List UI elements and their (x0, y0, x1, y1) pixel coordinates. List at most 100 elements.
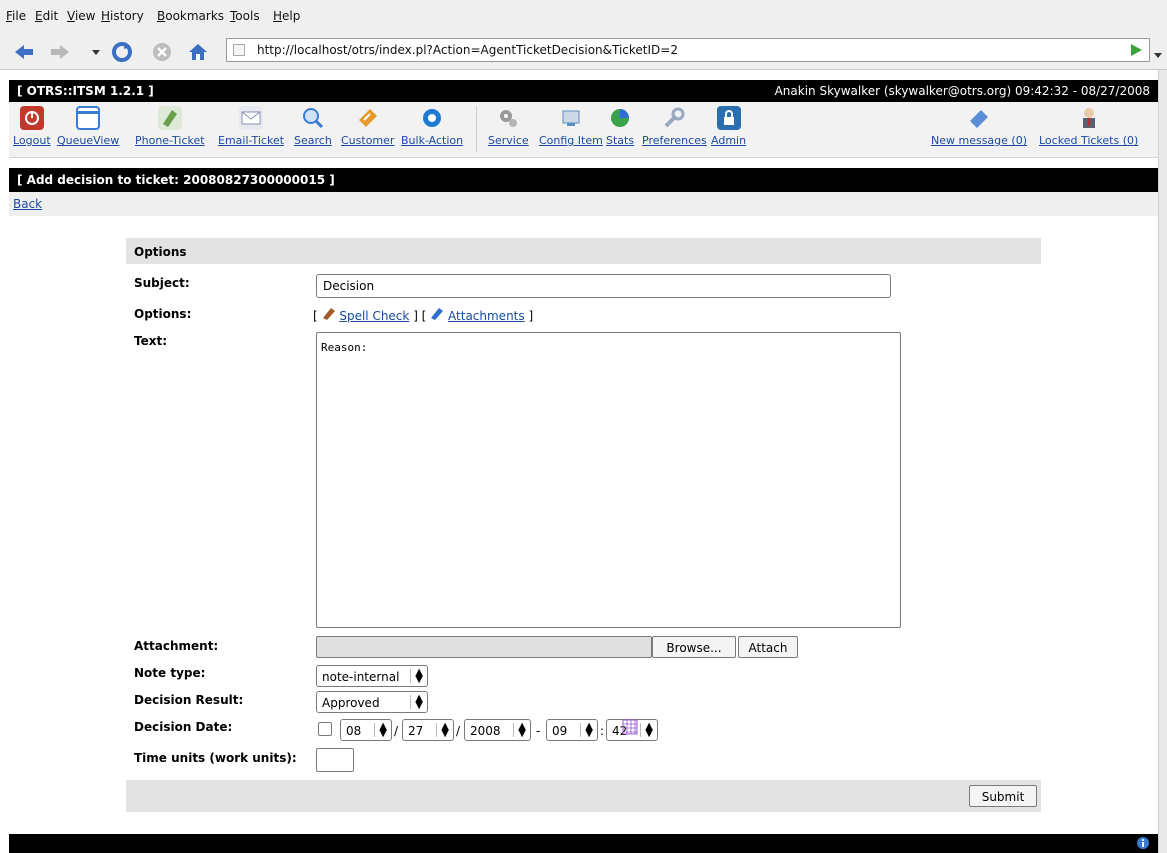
date-day-select[interactable]: 27 ▲ ▼ (402, 719, 454, 741)
menu-help[interactable]: Help (273, 9, 300, 23)
time-units-input[interactable] (316, 748, 354, 772)
info-icon[interactable] (1136, 836, 1150, 853)
chevron-updown-icon: ▲ ▼ (410, 668, 423, 685)
browser-navbar: http://localhost/otrs/index.pl?Action=Ag… (0, 34, 1167, 70)
toolbar-logout[interactable]: Logout (13, 106, 51, 147)
otrs-app: [ OTRS::ITSM 1.2.1 ] Anakin Skywalker (s… (0, 70, 1158, 853)
back-arrow-icon[interactable] (12, 40, 36, 64)
date-year-select[interactable]: 2008 ▲ ▼ (464, 719, 531, 741)
browse-button-label: Browse... (666, 641, 722, 655)
options-links: [ Spell Check ] [ Attachments ] (313, 306, 533, 323)
phone-ticket-link[interactable]: Phone-Ticket (135, 134, 205, 147)
attachment-file-input[interactable] (316, 636, 652, 658)
menu-view[interactable]: View (67, 9, 95, 23)
locked-tickets-link[interactable]: Locked Tickets (0) (1039, 134, 1138, 147)
config-item-icon (559, 106, 583, 130)
bulk-action-link[interactable]: Bulk-Action (401, 134, 463, 147)
home-icon[interactable] (186, 40, 210, 64)
attachments-icon[interactable] (430, 308, 444, 323)
decision-result-label: Decision Result: (134, 693, 244, 707)
spell-check-icon[interactable] (322, 308, 336, 323)
search-link[interactable]: Search (294, 134, 332, 147)
toolbar-service[interactable]: Service (488, 106, 529, 147)
app-footer-bar (9, 834, 1158, 853)
config-item-link[interactable]: Config Item (539, 134, 603, 147)
browse-button[interactable]: Browse... (652, 636, 736, 658)
attachments-link[interactable]: Attachments (448, 309, 525, 323)
attach-button[interactable]: Attach (738, 636, 798, 658)
toolbar-admin[interactable]: Admin (711, 106, 746, 147)
forward-arrow-icon[interactable] (48, 40, 72, 64)
email-ticket-link[interactable]: Email-Ticket (218, 134, 284, 147)
url-text[interactable]: http://localhost/otrs/index.pl?Action=Ag… (257, 43, 678, 57)
menu-history[interactable]: History (101, 9, 144, 23)
customer-link[interactable]: Customer (341, 134, 394, 147)
queueview-link[interactable]: QueueView (57, 134, 119, 147)
toolbar-config-item[interactable]: Config Item (539, 106, 603, 147)
options-label: Options: (134, 307, 192, 321)
chevron-updown-icon: ▲ ▼ (374, 722, 387, 739)
toolbar-email-ticket[interactable]: Email-Ticket (218, 106, 284, 147)
preferences-link[interactable]: Preferences (642, 134, 707, 147)
bracket-close-2: ] (528, 309, 534, 323)
back-link[interactable]: Back (13, 197, 42, 211)
bracket-open-1: [ (313, 309, 318, 323)
url-dropdown-icon[interactable] (1153, 48, 1163, 62)
email-icon (239, 106, 264, 130)
submit-button-label: Submit (981, 790, 1025, 804)
toolbar-preferences[interactable]: Preferences (642, 106, 707, 147)
submit-button[interactable]: Submit (969, 785, 1037, 807)
date-hour-value: 09 (552, 724, 568, 738)
service-link[interactable]: Service (488, 134, 529, 147)
reload-icon[interactable] (110, 40, 134, 64)
toolbar-new-message[interactable]: New message (0) (931, 106, 1027, 147)
back-bar: Back (9, 192, 1158, 216)
logout-link[interactable]: Logout (13, 134, 51, 147)
menu-file[interactable]: File (6, 9, 26, 23)
service-icon (496, 106, 520, 130)
app-brand: [ OTRS::ITSM 1.2.1 ] (17, 84, 154, 98)
toolbar-phone-ticket[interactable]: Phone-Ticket (135, 106, 205, 147)
toolbar-locked-tickets[interactable]: Locked Tickets (0) (1039, 106, 1138, 147)
toolbar-stats[interactable]: Stats (606, 106, 634, 147)
text-label: Text: (134, 334, 168, 348)
date-month-value: 08 (346, 724, 362, 738)
stats-icon (608, 106, 632, 130)
phone-icon (157, 106, 182, 130)
page-scrollbar[interactable] (1158, 70, 1167, 853)
date-year-value: 2008 (470, 724, 501, 738)
date-slash-2: / (456, 724, 461, 738)
subject-label: Subject: (134, 276, 190, 290)
dropdown-icon[interactable] (84, 40, 108, 64)
stats-link[interactable]: Stats (606, 134, 634, 147)
date-month-select[interactable]: 08 ▲ ▼ (340, 719, 392, 741)
date-hour-select[interactable]: 09 ▲ ▼ (546, 719, 598, 741)
note-type-select[interactable]: note-internal ▲ ▼ (316, 665, 428, 687)
decision-result-value: Approved (322, 696, 380, 710)
admin-link[interactable]: Admin (711, 134, 746, 147)
decision-date-checkbox[interactable] (318, 722, 332, 736)
toolbar-bulk-action[interactable]: Bulk-Action (401, 106, 463, 147)
page-title: [ Add decision to ticket: 20080827300000… (17, 173, 335, 187)
note-type-value: note-internal (322, 670, 400, 684)
spell-check-link[interactable]: Spell Check (339, 309, 409, 323)
url-bar[interactable]: http://localhost/otrs/index.pl?Action=Ag… (226, 38, 1150, 62)
stop-icon[interactable] (150, 40, 174, 64)
toolbar-search[interactable]: Search (294, 106, 332, 147)
calendar-icon[interactable] (622, 719, 638, 738)
chevron-updown-icon: ▲ ▼ (580, 722, 593, 739)
menu-tools[interactable]: Tools (230, 9, 260, 23)
decision-result-select[interactable]: Approved ▲ ▼ (316, 691, 428, 713)
text-area[interactable]: Reason: (316, 332, 901, 628)
toolbar-customer[interactable]: Customer (341, 106, 394, 147)
toolbar-queueview[interactable]: QueueView (57, 106, 119, 147)
date-colon: : (600, 724, 605, 738)
chevron-updown-icon: ▲ ▼ (436, 722, 449, 739)
go-icon[interactable] (1129, 42, 1143, 61)
options-section-title: Options (134, 245, 187, 259)
subject-input[interactable]: Decision (316, 274, 891, 298)
menu-bookmarks[interactable]: Bookmarks (157, 9, 224, 23)
note-type-label: Note type: (134, 666, 206, 680)
new-message-link[interactable]: New message (0) (931, 134, 1027, 147)
menu-edit[interactable]: Edit (35, 9, 58, 23)
